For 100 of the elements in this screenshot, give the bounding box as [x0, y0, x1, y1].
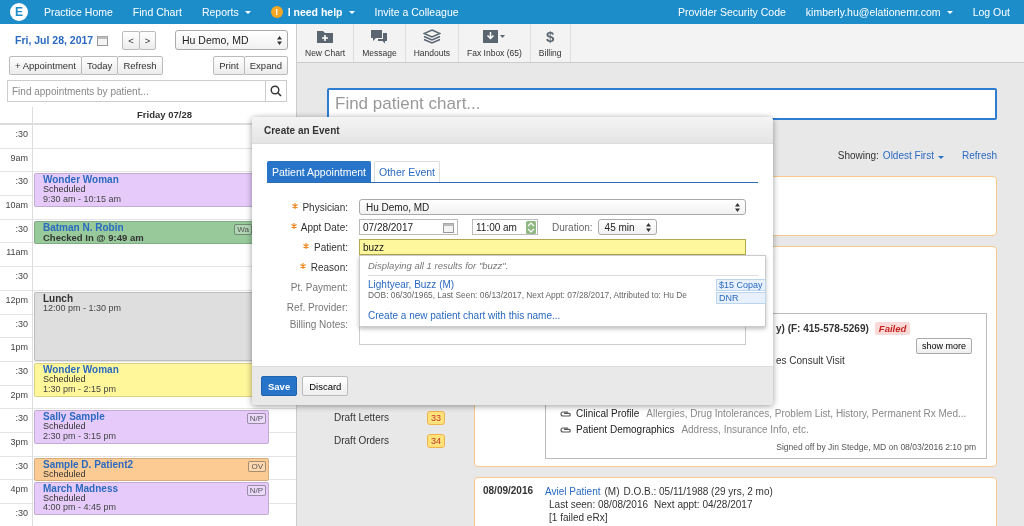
nav-link[interactable]: Practice Home	[44, 6, 113, 18]
appointment-status: Scheduled	[43, 469, 86, 480]
time-label: :30	[15, 318, 28, 329]
appointment-block[interactable]: March Madness Scheduled 4:00 pm - 4:45 pm N/P	[34, 481, 269, 516]
draft-link[interactable]: Draft Orders	[334, 435, 427, 446]
time-label: :30	[15, 413, 28, 424]
calendar-icon[interactable]	[97, 34, 109, 46]
signed-off-text: Signed off by Jin Stedge, MD on 08/03/2016 2:10 pm	[775, 442, 976, 452]
nav-link[interactable]: Provider Security Code	[677, 6, 786, 18]
patient-tag: DNR	[716, 292, 766, 304]
toolbar-button[interactable]: Message	[354, 24, 406, 62]
count-badge: 34	[427, 433, 445, 448]
duration-select[interactable]: 45 min	[597, 219, 657, 235]
patient-name[interactable]: March Madness	[43, 482, 119, 494]
paperclip-icon	[560, 425, 571, 434]
date-label[interactable]: Fri, Jul 28, 2017	[15, 34, 94, 46]
field-label: Reason:	[310, 261, 348, 273]
nav-link[interactable]: Log Out	[972, 6, 1010, 18]
appointment-status: Checked In @ 9:49 am	[43, 232, 144, 243]
appointment-status: Scheduled	[43, 185, 86, 195]
field-label: Pt. Payment:	[290, 281, 348, 293]
create-chart-link[interactable]: Create a new patient chart with this name...	[368, 310, 561, 321]
appointment-block[interactable]: Sally Sample Scheduled 2:30 pm - 3:15 pm N/P	[34, 410, 269, 444]
up-down-arrows-icon	[645, 222, 651, 232]
field-label: Duration:	[552, 221, 593, 233]
results-message: Displaying all 1 results for "buzz".	[368, 260, 758, 276]
toolbar-button[interactable]: Handouts	[405, 24, 460, 62]
search-field[interactable]: Find appointments by patient...	[7, 80, 287, 102]
time-label: :30	[15, 271, 28, 282]
time-field[interactable]: 11:00 am	[472, 219, 538, 235]
toolbar-button[interactable]: Refresh	[117, 56, 163, 75]
patient-name[interactable]: Sally Sample	[43, 411, 105, 423]
appointment-status: Scheduled	[43, 422, 86, 432]
paperclip-icon	[560, 409, 571, 418]
time-label: :30	[15, 223, 28, 234]
show-more-button[interactable]: show more	[916, 338, 972, 354]
nav-link[interactable]: Find Chart	[132, 6, 182, 18]
time-label: 3pm	[10, 436, 28, 447]
dialog-title: Create an Event	[264, 124, 340, 136]
appointment-time: 1:30 pm - 2:15 pm	[43, 384, 117, 394]
nav-link[interactable]: ! I need help	[270, 6, 355, 18]
time-label: 1pm	[10, 342, 28, 353]
count-badge: 33	[427, 410, 445, 425]
time-label: 4pm	[10, 484, 28, 495]
time-label: :30	[15, 365, 28, 376]
visit-type-tag: N/P	[246, 413, 266, 425]
physician-select[interactable]: Hu Demo, MD	[359, 199, 746, 215]
refresh-link[interactable]: Refresh	[962, 150, 997, 161]
spinner-icon[interactable]	[526, 220, 536, 234]
next-appointment-text: Next appt: 04/28/2017	[654, 499, 753, 510]
sort-dropdown[interactable]: Oldest First	[882, 150, 944, 161]
patient-name[interactable]: Sample D. Patient2	[43, 458, 134, 470]
toolbar-button[interactable]: $ Billing	[530, 24, 571, 62]
search-icon[interactable]	[270, 85, 282, 97]
time-label: 2pm	[10, 389, 28, 400]
sort-label: Showing:	[837, 150, 879, 161]
toolbar-button[interactable]: Fax Inbox (65)	[459, 24, 531, 62]
calendar-icon[interactable]	[443, 221, 454, 233]
field-label: Billing Notes:	[289, 319, 348, 330]
time-label: :30	[15, 129, 28, 139]
draft-link[interactable]: Draft Letters	[334, 412, 427, 423]
date-field[interactable]: 07/28/2017	[359, 219, 458, 235]
nav-link[interactable]: Reports	[201, 6, 251, 18]
patient-name[interactable]: Lunch	[43, 292, 73, 304]
toolbar-button[interactable]: Expand	[243, 56, 288, 75]
nav-link[interactable]: Invite a Colleague	[374, 6, 459, 18]
up-down-arrows-icon	[277, 35, 282, 45]
appointment-status: Scheduled	[43, 375, 86, 385]
up-down-arrows-icon	[735, 202, 740, 212]
appointment-block[interactable]: Sample D. Patient2 Scheduled OV	[34, 457, 269, 481]
time-label: 9am	[10, 152, 28, 163]
field-label: Physician:	[302, 201, 348, 213]
previous-day-button[interactable]: <	[122, 30, 140, 50]
toolbar-button[interactable]: Print	[213, 56, 245, 75]
patient-name[interactable]: Wonder Woman	[43, 364, 119, 375]
logo-icon[interactable]: E	[10, 3, 28, 21]
physician-select[interactable]: Hu Demo, MD	[175, 30, 288, 50]
tab[interactable]: Other Event	[374, 161, 440, 182]
fax-recipient: y) (F: 415-578-5269)	[776, 323, 869, 334]
chart-search-field[interactable]: Find patient chart...	[327, 88, 997, 120]
field-label: Ref. Provider:	[286, 301, 348, 313]
toolbar-button[interactable]: New Chart	[297, 24, 355, 62]
toolbar-button[interactable]: Today	[81, 56, 119, 75]
attachment-title[interactable]: Clinical Profile	[576, 408, 640, 419]
patient-result-link[interactable]: Lightyear, Buzz (M)	[368, 279, 716, 290]
tab[interactable]: Patient Appointment	[267, 161, 371, 182]
nav-link[interactable]: kimberly.hu@elationemr.com	[805, 6, 953, 18]
toolbar-button[interactable]: + Appointment	[9, 56, 82, 75]
save-button[interactable]: Save	[261, 376, 298, 396]
attachment-title[interactable]: Patient Demographics	[576, 424, 675, 435]
patient-name[interactable]: Wonder Woman	[43, 174, 119, 186]
patient-sex: (M)	[604, 486, 620, 497]
patient-search-field[interactable]: buzz	[359, 239, 746, 255]
visit-type-tag: Wa	[234, 223, 252, 235]
attachment-detail: Address, Insurance Info, etc.	[681, 424, 809, 435]
appointment-time: 12:00 pm - 1:30 pm	[43, 303, 122, 314]
appointment-time: 2:30 pm - 3:15 pm	[43, 431, 117, 442]
discard-button[interactable]: Discard	[302, 376, 349, 396]
patient-link[interactable]: Aviel Patient	[545, 486, 601, 497]
inbox-icon	[482, 28, 507, 44]
